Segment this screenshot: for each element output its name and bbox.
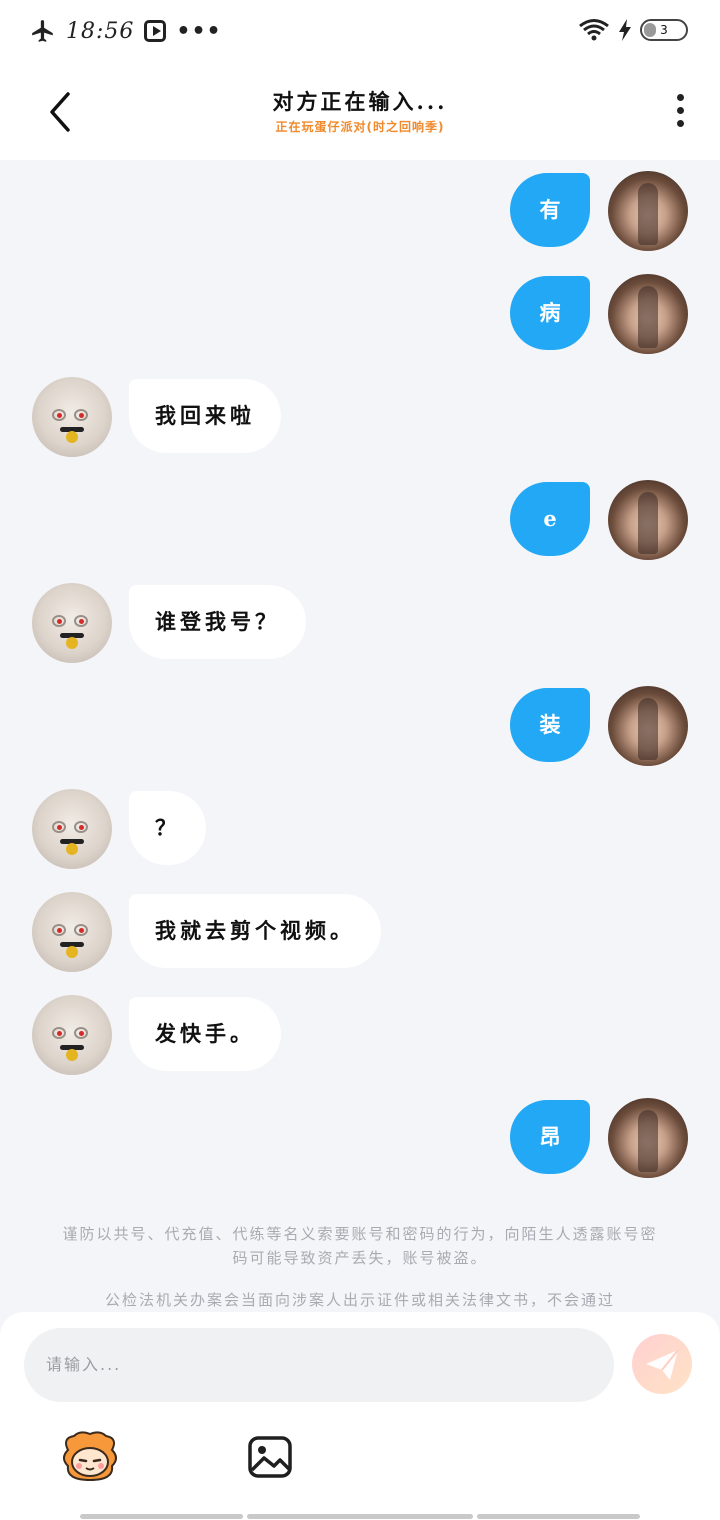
safety-notice: 谨防以共号、代充值、代练等名义索要账号和密码的行为，向陌生人透露账号密码可能导致…	[62, 1225, 658, 1267]
cat-face-icon	[50, 401, 94, 443]
chat-header: 对方正在输入... 正在玩蛋仔派对(时之回响季)	[0, 64, 720, 160]
message-bubble-me[interactable]: 有	[510, 173, 590, 247]
message-bubble-me[interactable]: 病	[510, 276, 590, 350]
message-list[interactable]: 有 病 我回来啦 e 谁登我号？ 装 ？ 我就去剪个视频。 发快手。 昂 谨防以…	[0, 160, 720, 1320]
navigation-bar	[80, 1514, 640, 1519]
emoji-button[interactable]	[60, 1430, 120, 1484]
cat-face-icon	[50, 1019, 94, 1061]
my-avatar[interactable]	[608, 274, 688, 354]
page-title: 对方正在输入...	[272, 89, 448, 114]
message-bubble-me[interactable]: 昂	[510, 1100, 590, 1174]
cat-face-icon	[50, 607, 94, 649]
status-bar: 18:56 ••• 3	[0, 0, 720, 64]
airplane-icon	[32, 20, 53, 42]
message-row-other: 谁登我号？	[0, 583, 720, 663]
legal-notice: 公检法机关办案会当面向涉案人出示证件或相关法律文书，不会通过	[104, 1291, 615, 1309]
battery-icon: 3	[640, 19, 688, 41]
contact-avatar[interactable]	[32, 995, 112, 1075]
wifi-icon	[579, 19, 609, 41]
nav-bar-segment	[247, 1514, 473, 1519]
dot	[676, 94, 684, 101]
status-time: 18:56	[66, 18, 135, 44]
contact-avatar[interactable]	[32, 583, 112, 663]
message-bubble-other[interactable]: ？	[129, 791, 206, 865]
more-options-button[interactable]	[674, 94, 686, 132]
message-row-me: 昂	[0, 1098, 720, 1178]
image-button[interactable]	[246, 1434, 294, 1480]
message-bubble-me[interactable]: e	[510, 482, 590, 556]
my-avatar[interactable]	[608, 1098, 688, 1178]
message-row-me: 病	[0, 274, 720, 354]
dot	[676, 107, 684, 114]
nav-bar-segment	[80, 1514, 243, 1519]
message-bubble-other[interactable]: 我就去剪个视频。	[129, 894, 381, 968]
message-bubble-other[interactable]: 我回来啦	[129, 379, 281, 453]
message-row-me: 装	[0, 686, 720, 766]
mascot-emoji-icon	[63, 1431, 117, 1482]
page-subtitle: 正在玩蛋仔派对(时之回响季)	[275, 120, 445, 134]
cat-face-icon	[50, 813, 94, 855]
message-row-other: ？	[0, 789, 720, 869]
battery-level: 3	[660, 23, 668, 37]
status-right: 3	[578, 18, 688, 42]
nav-bar-segment	[477, 1514, 640, 1519]
contact-avatar[interactable]	[32, 789, 112, 869]
message-row-me: e	[0, 480, 720, 560]
message-bubble-other[interactable]: 谁登我号？	[129, 585, 306, 659]
send-button[interactable]	[632, 1334, 692, 1394]
message-row-me: 有	[0, 171, 720, 251]
message-bubble-other[interactable]: 发快手。	[129, 997, 281, 1071]
contact-avatar[interactable]	[32, 377, 112, 457]
message-input[interactable]: 请输入...	[24, 1328, 614, 1402]
input-panel: 请输入...	[0, 1312, 720, 1520]
more-dots-icon: •••	[176, 18, 222, 44]
send-icon	[646, 1349, 679, 1380]
cat-face-icon	[50, 916, 94, 958]
message-row-other: 发快手。	[0, 995, 720, 1075]
status-left: 18:56 •••	[30, 18, 222, 44]
message-row-other: 我回来啦	[0, 377, 720, 457]
charging-bolt-icon	[619, 19, 631, 41]
image-icon	[248, 1436, 292, 1478]
my-avatar[interactable]	[608, 480, 688, 560]
my-avatar[interactable]	[608, 171, 688, 251]
contact-avatar[interactable]	[32, 892, 112, 972]
dot	[676, 120, 684, 127]
message-bubble-me[interactable]: 装	[510, 688, 590, 762]
message-row-other: 我就去剪个视频。	[0, 892, 720, 972]
video-play-icon	[144, 20, 167, 42]
my-avatar[interactable]	[608, 686, 688, 766]
